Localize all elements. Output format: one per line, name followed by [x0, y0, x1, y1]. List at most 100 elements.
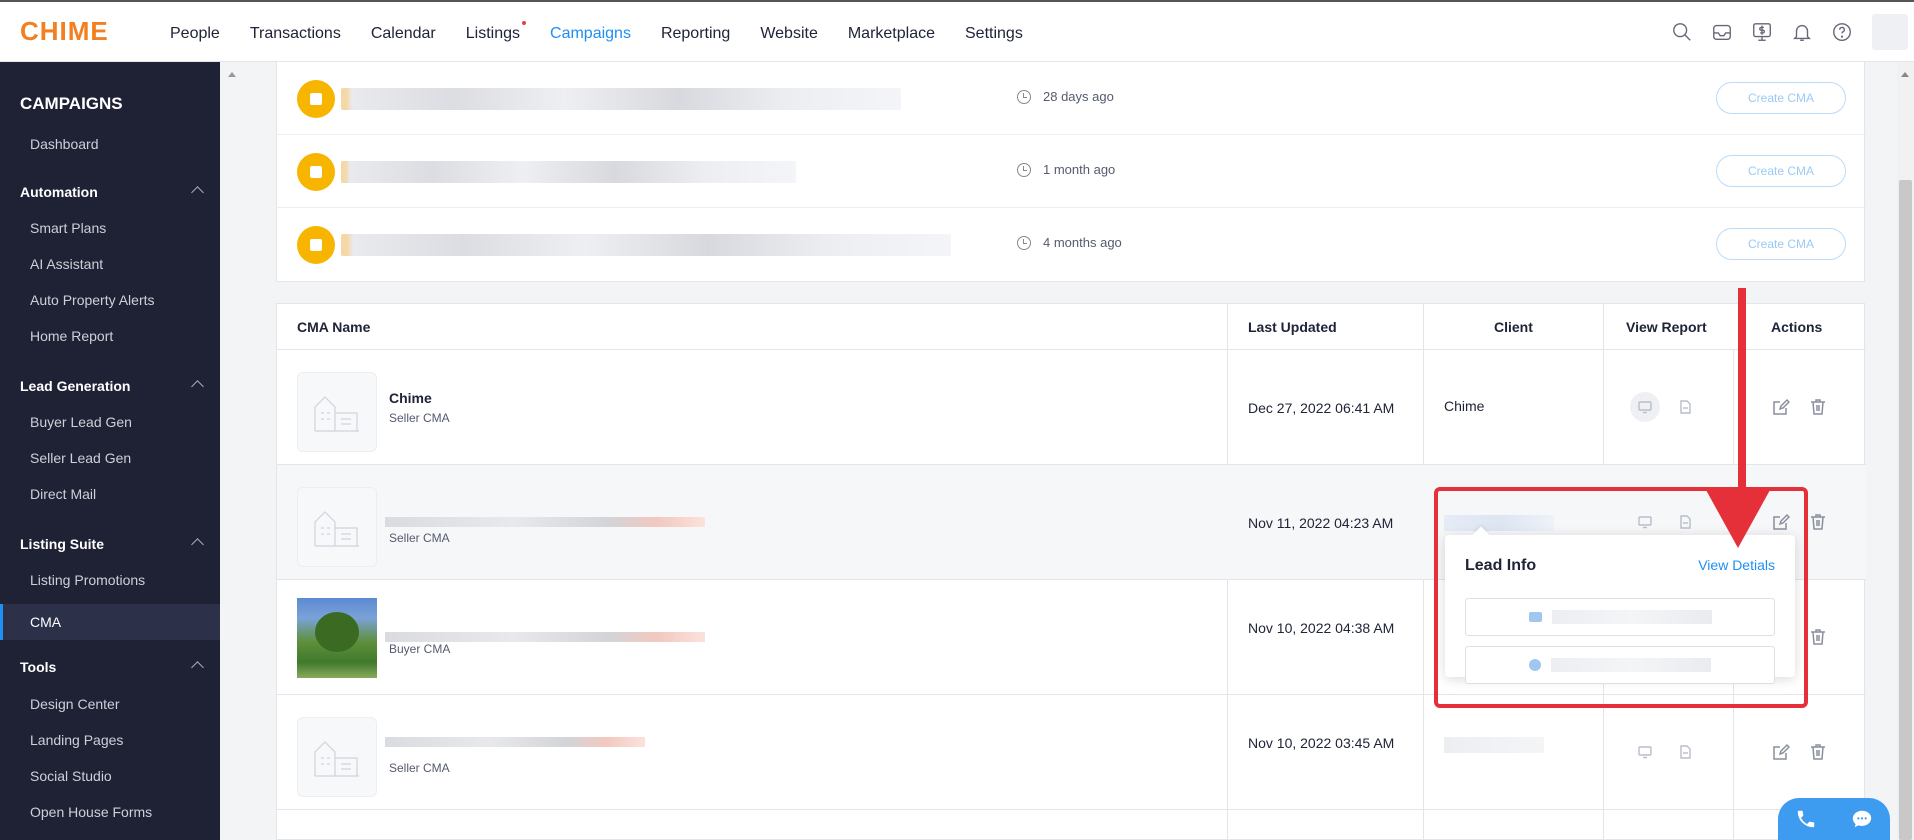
redacted-cma-name[interactable] — [385, 632, 705, 642]
chevron-up-icon — [191, 661, 204, 674]
table-row[interactable]: Chime Seller CMA Dec 27, 2022 06:41 AM C… — [277, 350, 1866, 465]
nav-reporting[interactable]: Reporting — [661, 2, 730, 62]
document-icon[interactable] — [1670, 392, 1700, 422]
help-icon[interactable] — [1830, 20, 1854, 44]
nav-marketplace[interactable]: Marketplace — [848, 2, 935, 62]
suggestion-time: 28 days ago — [1017, 89, 1114, 104]
monitor-icon[interactable] — [1630, 392, 1660, 422]
create-cma-button[interactable]: Create CMA — [1716, 155, 1846, 187]
last-updated: Nov 10, 2022 04:38 AM — [1248, 620, 1395, 636]
redacted-cma-name[interactable] — [385, 737, 645, 747]
sidebar-group-automation[interactable]: Automation — [0, 174, 220, 210]
redacted-address — [341, 88, 901, 110]
scroll-up-arrow-icon[interactable] — [1901, 72, 1909, 77]
clock-icon — [1017, 89, 1031, 104]
user-avatar[interactable] — [1872, 14, 1908, 50]
house-badge-icon — [297, 153, 335, 191]
cma-type: Seller CMA — [389, 761, 450, 775]
client-name[interactable]: Chime — [1444, 398, 1484, 414]
cma-suggestions-panel: 28 days ago Create CMA 1 month ago Creat… — [276, 62, 1866, 282]
table-header: CMA Name Last Updated Client View Report… — [277, 304, 1866, 350]
cma-name[interactable]: Chime — [389, 390, 432, 406]
sidebar-item-auto-property-alerts[interactable]: Auto Property Alerts — [0, 282, 220, 318]
sidebar-item-cma[interactable]: CMA — [0, 604, 220, 640]
trash-icon[interactable] — [1809, 513, 1827, 531]
bell-icon[interactable] — [1790, 20, 1814, 44]
suggestion-row: 1 month ago Create CMA — [277, 135, 1866, 208]
sidebar-group-lead-generation[interactable]: Lead Generation — [0, 368, 220, 404]
group-label: Listing Suite — [20, 536, 104, 552]
chevron-up-icon — [191, 538, 204, 551]
house-badge-icon — [297, 226, 335, 264]
redacted-address — [341, 161, 796, 183]
nav-calendar[interactable]: Calendar — [371, 2, 436, 62]
time-text: 4 months ago — [1043, 235, 1122, 250]
house-placeholder-icon — [297, 487, 377, 567]
monitor-icon[interactable] — [1630, 737, 1660, 767]
time-text: 1 month ago — [1043, 162, 1116, 177]
sidebar-item-buyer-lead-gen[interactable]: Buyer Lead Gen — [0, 404, 220, 440]
nav-website[interactable]: Website — [760, 2, 818, 62]
create-cma-button[interactable]: Create CMA — [1716, 82, 1846, 114]
main-nav-links: People Transactions Calendar Listings Ca… — [170, 2, 1053, 62]
property-photo — [297, 598, 377, 678]
sidebar-group-listing-suite[interactable]: Listing Suite — [0, 526, 220, 562]
cma-type: Buyer CMA — [389, 642, 451, 656]
suggestion-row: 28 days ago Create CMA — [277, 62, 1866, 135]
trash-icon[interactable] — [1809, 743, 1827, 761]
nav-campaigns[interactable]: Campaigns — [550, 2, 631, 62]
nav-people[interactable]: People — [170, 2, 220, 62]
time-text: 28 days ago — [1043, 89, 1114, 104]
sidebar-item-smart-plans[interactable]: Smart Plans — [0, 210, 220, 246]
redacted-client[interactable] — [1444, 737, 1544, 753]
page-scrollbar[interactable] — [1897, 62, 1914, 840]
chat-bubble-icon[interactable] — [1850, 807, 1874, 831]
nav-utility-icons — [1654, 2, 1914, 62]
document-icon[interactable] — [1670, 737, 1700, 767]
nav-listings-label: Listings — [465, 24, 521, 42]
chevron-up-icon — [191, 186, 204, 199]
edit-icon[interactable] — [1772, 743, 1791, 761]
table-row[interactable]: Seller CMA Nov 10, 2022 03:45 AM — [277, 695, 1866, 810]
scroll-up-arrow-icon[interactable] — [228, 72, 236, 77]
edit-icon[interactable] — [1772, 398, 1791, 416]
sidebar-item-listing-promotions[interactable]: Listing Promotions — [0, 562, 220, 598]
chime-logo[interactable]: CHIME — [20, 16, 170, 47]
sidebar-scrollbar[interactable] — [220, 62, 244, 840]
nav-settings[interactable]: Settings — [965, 2, 1023, 62]
inbox-icon[interactable] — [1710, 20, 1734, 44]
create-cma-button[interactable]: Create CMA — [1716, 228, 1846, 260]
col-view-report: View Report — [1626, 319, 1707, 335]
sidebar-item-direct-mail[interactable]: Direct Mail — [0, 476, 220, 512]
scrollbar-thumb[interactable] — [1899, 180, 1912, 840]
phone-icon[interactable] — [1794, 807, 1818, 831]
trash-icon[interactable] — [1809, 398, 1827, 416]
annotation-arrow-head — [1706, 490, 1770, 548]
sidebar-item-home-report[interactable]: Home Report — [0, 318, 220, 354]
sidebar-item-design-center[interactable]: Design Center — [0, 686, 220, 722]
trash-icon[interactable] — [1809, 628, 1827, 646]
nav-transactions[interactable]: Transactions — [250, 2, 341, 62]
sidebar-item-social-studio[interactable]: Social Studio — [0, 758, 220, 794]
sidebar-item-ai-assistant[interactable]: AI Assistant — [0, 246, 220, 282]
last-updated: Nov 11, 2022 04:23 AM — [1248, 515, 1394, 531]
sidebar-group-tools[interactable]: Tools — [0, 649, 220, 685]
sidebar-item-dashboard[interactable]: Dashboard — [0, 126, 220, 162]
col-last-updated: Last Updated — [1248, 319, 1337, 335]
sidebar-title: CAMPAIGNS — [20, 94, 123, 113]
redacted-cma-name[interactable] — [385, 517, 705, 527]
cma-type: Seller CMA — [389, 531, 450, 545]
search-icon[interactable] — [1670, 20, 1694, 44]
group-label: Tools — [20, 659, 57, 675]
top-navigation: CHIME People Transactions Calendar Listi… — [0, 0, 1914, 62]
col-cma-name: CMA Name — [297, 319, 371, 335]
dollar-monitor-icon[interactable] — [1750, 20, 1774, 44]
sidebar-item-open-house-forms[interactable]: Open House Forms — [0, 794, 220, 830]
sidebar-item-landing-pages[interactable]: Landing Pages — [0, 722, 220, 758]
campaigns-sidebar: CAMPAIGNS Dashboard Automation Smart Pla… — [0, 62, 220, 840]
notification-dot — [522, 20, 527, 25]
nav-listings[interactable]: Listings — [465, 2, 527, 62]
house-placeholder-icon — [297, 717, 377, 797]
annotation-arrow-shaft — [1738, 288, 1746, 498]
sidebar-item-seller-lead-gen[interactable]: Seller Lead Gen — [0, 440, 220, 476]
